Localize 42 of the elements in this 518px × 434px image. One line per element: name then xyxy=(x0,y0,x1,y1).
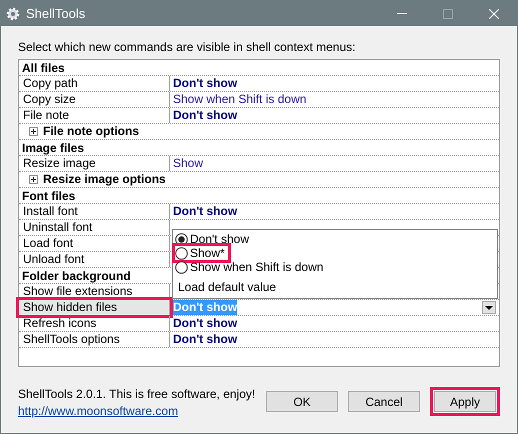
setting-label[interactable]: Resize image xyxy=(19,156,170,171)
setting-label[interactable]: Uninstall font xyxy=(19,220,170,235)
setting-value[interactable]: Don't show xyxy=(173,204,238,219)
dropdown-option[interactable]: Show* xyxy=(175,246,228,260)
dropdown-action[interactable]: Load default value xyxy=(175,278,495,296)
about-text: ShellTools 2.0.1. This is free software, enjoy! xyxy=(18,387,256,401)
dialog-button[interactable]: Apply xyxy=(434,391,496,412)
group-heading: Folder background xyxy=(21,268,132,283)
caret-icon xyxy=(485,306,493,310)
expand-icon[interactable] xyxy=(29,127,38,136)
setting-value[interactable]: Don't show xyxy=(173,316,238,331)
setting-label[interactable]: Install font xyxy=(19,204,170,219)
dialog-button[interactable]: OK xyxy=(266,391,338,412)
dialog-button[interactable]: Cancel xyxy=(348,391,420,412)
gear-icon xyxy=(6,6,20,20)
website-link[interactable]: http://www.moonsoftware.com xyxy=(18,404,266,418)
setting-label[interactable]: Load font xyxy=(19,236,170,251)
setting-label[interactable]: ShellTools options xyxy=(19,332,170,347)
dropdown-button[interactable] xyxy=(482,301,496,314)
setting-label[interactable]: Copy size xyxy=(19,92,170,107)
setting-value[interactable]: Don't show xyxy=(173,76,238,91)
setting-label[interactable]: Refresh icons xyxy=(19,316,170,331)
window-title: ShellTools xyxy=(26,6,86,21)
setting-value[interactable]: Show xyxy=(173,156,204,171)
setting-value[interactable]: Don't show xyxy=(173,332,238,347)
setting-label[interactable]: Show hidden files xyxy=(19,300,170,315)
group-heading: Font files xyxy=(21,188,76,203)
options-expander[interactable]: Resize image options xyxy=(19,172,166,187)
setting-label[interactable]: Unload font xyxy=(19,252,170,267)
setting-value[interactable]: Don't show xyxy=(173,108,238,123)
setting-label[interactable]: File note xyxy=(19,108,170,123)
dropdown-option[interactable]: Show when Shift is down xyxy=(175,260,326,274)
instruction-text: Select which new commands are visible in shell context menus: xyxy=(18,40,356,56)
expand-icon[interactable] xyxy=(29,175,38,184)
radio-button[interactable] xyxy=(175,246,188,260)
group-heading: Image files xyxy=(21,140,86,155)
options-expander[interactable]: File note options xyxy=(19,124,139,139)
group-heading: All files xyxy=(21,60,66,75)
setting-value[interactable]: Show when Shift is down xyxy=(173,92,306,107)
dropdown-option[interactable]: Don't show xyxy=(175,232,252,246)
setting-label[interactable]: Copy path xyxy=(19,76,170,91)
close-icon[interactable] xyxy=(489,8,499,18)
